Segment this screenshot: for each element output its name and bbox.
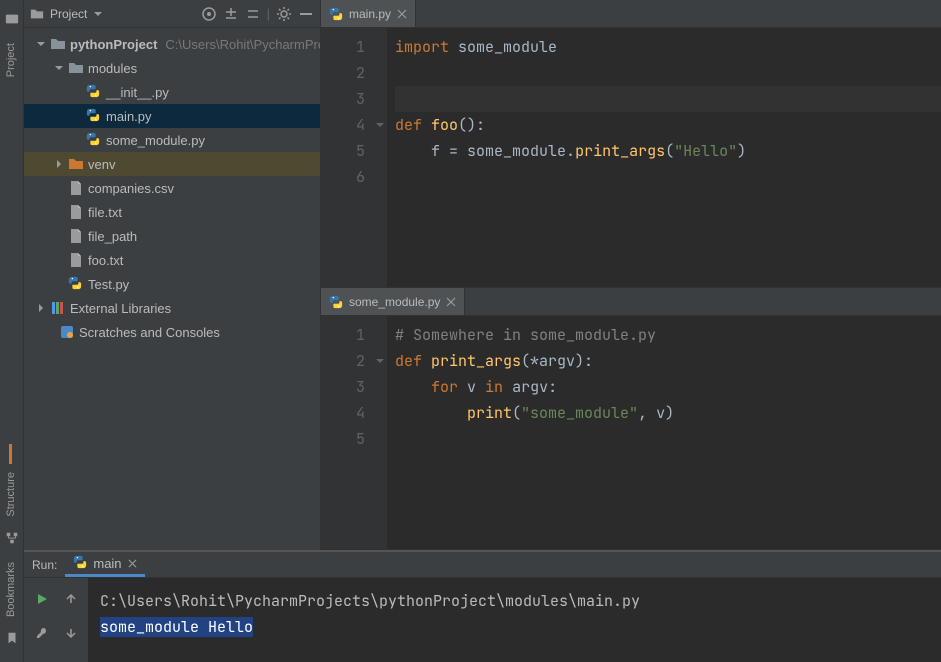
line-gutter[interactable]: 123456 [321, 28, 373, 287]
code-line[interactable] [395, 164, 941, 190]
run-header: Run: main [24, 552, 941, 578]
tree-item-modules[interactable]: modules [24, 56, 320, 80]
up-step-icon[interactable] [57, 584, 84, 614]
run-tab-main[interactable]: main [65, 552, 144, 577]
project-view-caret-icon[interactable] [93, 9, 103, 19]
code-line[interactable]: print("some_module", v) [395, 400, 941, 426]
down-step-icon[interactable] [57, 618, 84, 648]
python-file-icon [73, 555, 87, 572]
tree-item-main-py[interactable]: main.py [24, 104, 320, 128]
hide-panel-icon[interactable] [298, 6, 314, 22]
code-lines[interactable]: # Somewhere in some_module.pydef print_a… [387, 316, 941, 549]
close-tab-icon[interactable] [446, 297, 456, 307]
close-run-tab-icon[interactable] [128, 559, 137, 568]
left-tool-rail: Project Structure Bookmarks [0, 0, 24, 662]
code-line[interactable]: def print_args(*argv): [395, 348, 941, 374]
code-lines[interactable]: import some_moduledef foo(): f = some_mo… [387, 28, 941, 287]
editor-tab-label: main.py [349, 7, 391, 21]
editor-pane-bottom: some_module.py 12345 # Somewhere in some… [321, 288, 941, 550]
tree-item-test-py[interactable]: Test.py [24, 272, 320, 296]
project-tree[interactable]: pythonProjectC:\Users\Rohit\PycharmProje… [24, 28, 320, 550]
line-gutter[interactable]: 12345 [321, 316, 373, 549]
tree-item-file-path[interactable]: file_path [24, 224, 320, 248]
code-line[interactable] [395, 86, 941, 112]
editor-tab-some-module[interactable]: some_module.py [321, 288, 465, 315]
bookmarks-tool-label[interactable]: Bookmarks [5, 562, 17, 617]
project-root[interactable]: pythonProjectC:\Users\Rohit\PycharmProje… [24, 32, 320, 56]
editor-tabs-bottom: some_module.py [321, 288, 941, 316]
code-line[interactable]: def foo(): [395, 112, 941, 138]
settings-gear-icon[interactable] [276, 6, 292, 22]
project-icon [30, 7, 44, 21]
project-tool-icon[interactable] [5, 12, 19, 26]
project-panel-title: Project [50, 7, 87, 21]
editor-tabs-top: main.py [321, 0, 941, 28]
tree-item-foo-txt[interactable]: foo.txt [24, 248, 320, 272]
run-output[interactable]: C:\Users\Rohit\PycharmProjects\pythonPro… [88, 578, 941, 662]
code-editor-bottom[interactable]: 12345 # Somewhere in some_module.pydef p… [321, 316, 941, 549]
output-line[interactable]: C:\Users\Rohit\PycharmProjects\pythonPro… [100, 588, 929, 614]
scratches-consoles[interactable]: Scratches and Consoles [24, 320, 320, 344]
code-line[interactable] [395, 60, 941, 86]
collapse-all-icon[interactable] [245, 6, 261, 22]
python-file-icon [329, 7, 343, 21]
editor-area: main.py 123456 import some_moduledef foo… [321, 0, 941, 550]
code-editor-top[interactable]: 123456 import some_moduledef foo(): f = … [321, 28, 941, 287]
code-line[interactable]: # Somewhere in some_module.py [395, 322, 941, 348]
run-toolbar [24, 578, 88, 662]
left-marker [9, 444, 12, 464]
code-line[interactable]: for v in argv: [395, 374, 941, 400]
code-line[interactable]: import some_module [395, 34, 941, 60]
tree-item---init---py[interactable]: __init__.py [24, 80, 320, 104]
editor-tab-main[interactable]: main.py [321, 0, 416, 27]
rerun-button[interactable] [28, 584, 55, 614]
editor-pane-top: main.py 123456 import some_moduledef foo… [321, 0, 941, 288]
bookmarks-tool-icon[interactable] [5, 631, 19, 645]
close-tab-icon[interactable] [397, 9, 407, 19]
editor-tab-label: some_module.py [349, 295, 440, 309]
expand-all-icon[interactable] [223, 6, 239, 22]
run-panel: Run: main C:\Users\Rohit\PycharmProjects… [24, 550, 941, 662]
project-panel: Project | pythonProjectC:\Users\Rohit\Py… [24, 0, 321, 550]
code-line[interactable]: f = some_module.print_args("Hello") [395, 138, 941, 164]
structure-tool-icon[interactable] [5, 531, 19, 545]
project-tool-label[interactable]: Project [5, 43, 17, 77]
output-line[interactable]: some_module Hello [100, 614, 929, 640]
external-libraries[interactable]: External Libraries [24, 296, 320, 320]
tree-item-companies-csv[interactable]: companies.csv [24, 176, 320, 200]
run-tab-label: main [93, 556, 121, 571]
code-line[interactable] [395, 426, 941, 452]
select-opened-file-icon[interactable] [201, 6, 217, 22]
tree-item-venv[interactable]: venv [24, 152, 320, 176]
run-title: Run: [32, 558, 57, 572]
project-panel-header: Project | [24, 0, 320, 28]
tree-item-file-txt[interactable]: file.txt [24, 200, 320, 224]
wrench-icon[interactable] [28, 618, 55, 648]
structure-tool-label[interactable]: Structure [5, 472, 17, 517]
tree-item-some-module-py[interactable]: some_module.py [24, 128, 320, 152]
fold-gutter[interactable] [373, 28, 387, 287]
python-file-icon [329, 295, 343, 309]
fold-gutter[interactable] [373, 316, 387, 549]
